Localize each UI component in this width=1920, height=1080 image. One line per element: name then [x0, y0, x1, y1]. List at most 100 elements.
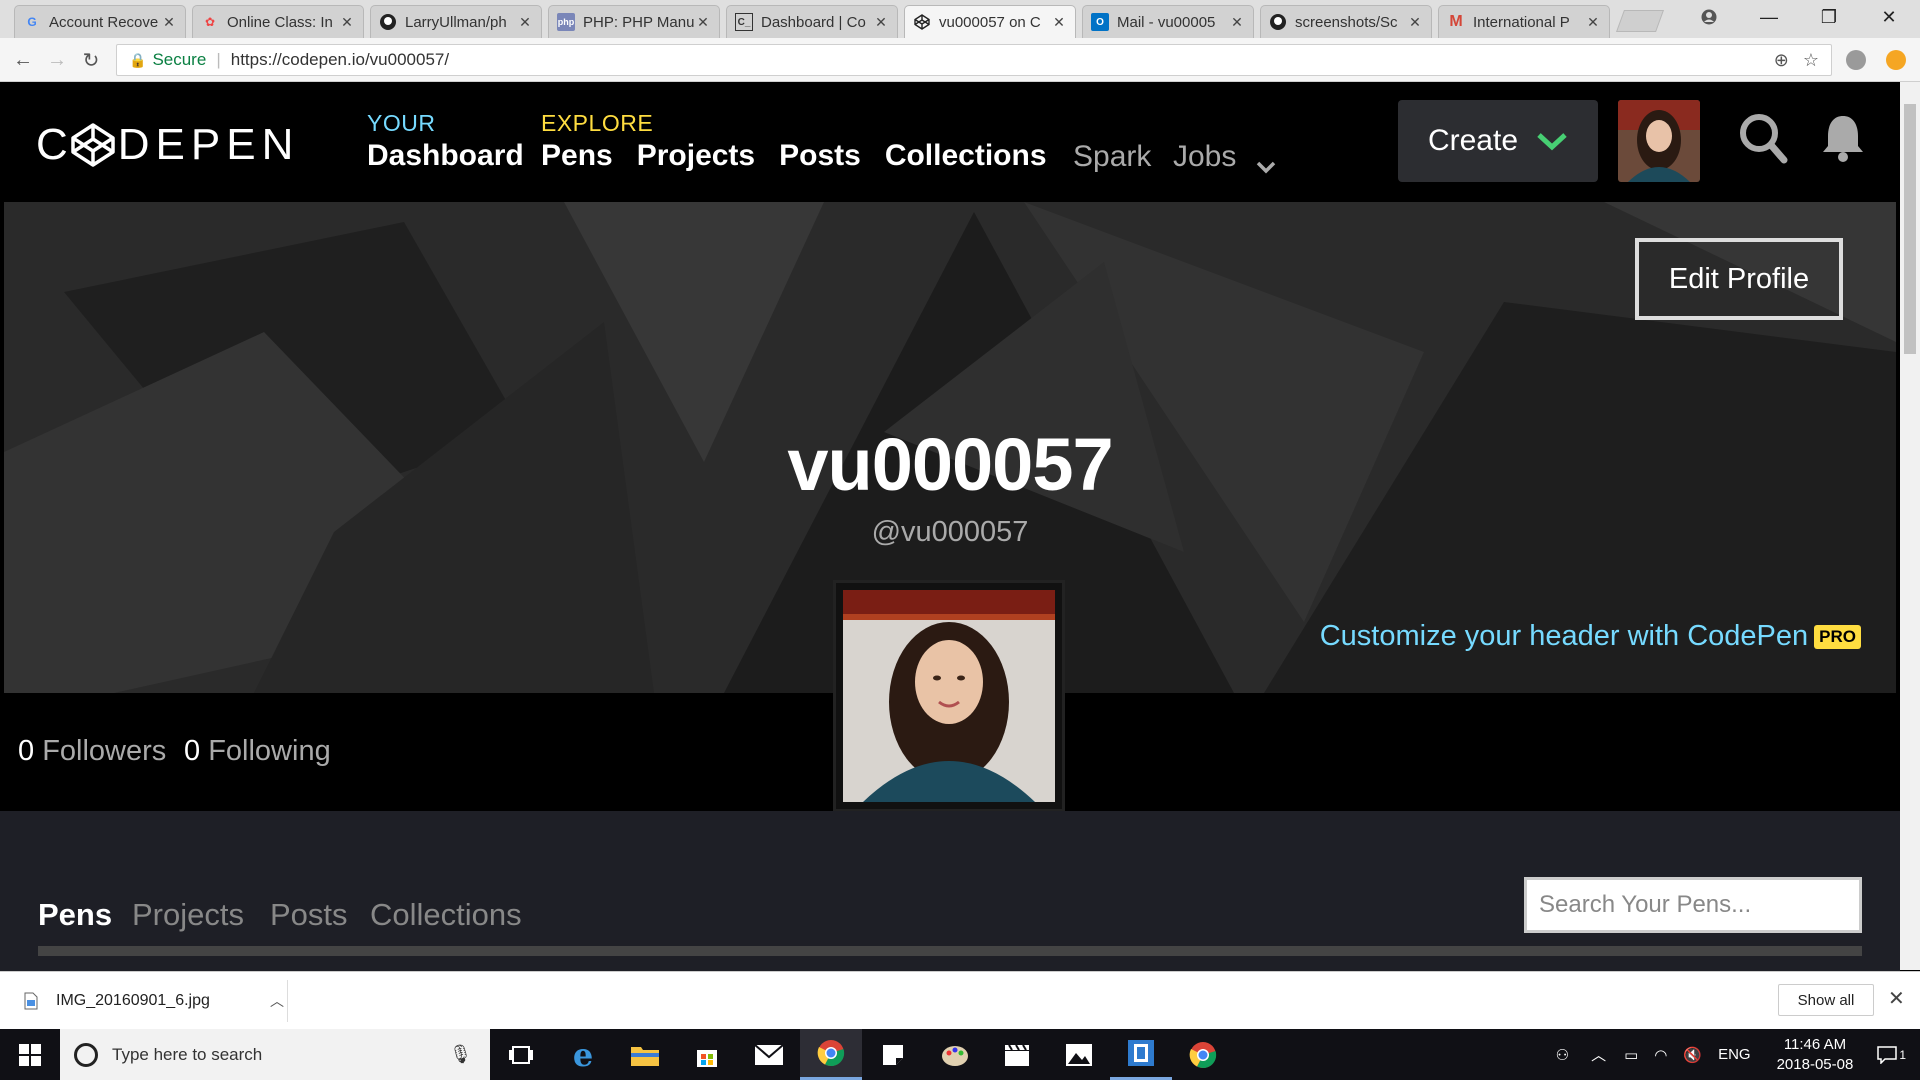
clock[interactable]: 11:46 AM 2018-05-08 — [1777, 1035, 1854, 1075]
nav-spark[interactable]: Spark — [1073, 140, 1151, 174]
vertical-scrollbar[interactable] — [1900, 82, 1920, 970]
chevron-down-icon[interactable] — [1255, 148, 1277, 182]
create-label: Create — [1427, 124, 1519, 157]
profile-display-name: vu000057 — [787, 423, 1113, 506]
tab-projects[interactable]: Projects — [132, 897, 244, 933]
explore-nav: EXPLORE Pens Projects Posts Collections — [541, 110, 1047, 173]
chevron-up-icon[interactable]: ︿ — [1591, 1044, 1606, 1065]
outlook-icon: O — [1091, 13, 1109, 31]
search-pens-input[interactable]: Search Your Pens... — [1524, 877, 1862, 933]
search-placeholder: Search Your Pens... — [1539, 891, 1752, 918]
close-icon[interactable]: ✕ — [873, 14, 889, 31]
wifi-icon[interactable]: ◠ — [1654, 1046, 1667, 1064]
bookmark-star-icon[interactable]: ☆ — [1803, 50, 1819, 71]
divider: | — [216, 50, 221, 69]
tab-github-larryullman[interactable]: LarryUllman/ph ✕ — [370, 5, 542, 38]
tab-github-screenshots[interactable]: screenshots/Sc ✕ — [1260, 5, 1432, 38]
nav-posts[interactable]: Posts — [779, 139, 861, 173]
nav-jobs[interactable]: Jobs — [1173, 140, 1236, 174]
back-arrow-icon[interactable]: ← — [8, 46, 38, 74]
close-icon[interactable]: ✕ — [695, 14, 711, 31]
close-icon[interactable]: ✕ — [161, 14, 177, 31]
create-button[interactable]: Create — [1398, 100, 1598, 182]
sticky-notes-icon[interactable] — [862, 1029, 924, 1080]
close-icon[interactable]: ✕ — [339, 14, 355, 31]
close-icon[interactable]: ✕ — [517, 14, 533, 31]
followers-link[interactable]: 0 Followers — [18, 735, 166, 768]
url-text[interactable]: https://codepen.io/vu000057/ — [231, 50, 449, 70]
windows-start-icon[interactable] — [0, 1029, 60, 1080]
tab-posts[interactable]: Posts — [270, 897, 348, 933]
close-window-button[interactable]: ✕ — [1860, 0, 1918, 34]
language-indicator[interactable]: ENG — [1718, 1046, 1751, 1063]
forward-arrow-icon[interactable]: → — [42, 46, 72, 74]
show-all-button[interactable]: Show all — [1778, 984, 1874, 1016]
download-item[interactable]: IMG_20160901_6.jpg ︿ — [24, 986, 284, 1016]
restore-button[interactable]: ❐ — [1800, 0, 1858, 34]
extension-icon[interactable] — [1886, 50, 1906, 70]
microphone-icon[interactable]: 🎙 — [449, 1044, 472, 1065]
action-center-icon[interactable]: 1 — [1877, 1045, 1906, 1064]
taskbar-search-input[interactable]: Type here to search 🎙 — [60, 1029, 490, 1080]
tab-php-manual[interactable]: php PHP: PHP Manu ✕ — [548, 5, 720, 38]
task-view-icon[interactable] — [490, 1029, 552, 1080]
following-link[interactable]: 0 Following — [184, 735, 331, 768]
tab-online-class[interactable]: ✿ Online Class: In ✕ — [192, 5, 364, 38]
profile-icon[interactable] — [1680, 0, 1738, 34]
tab-pens[interactable]: Pens — [38, 897, 112, 933]
edit-profile-button[interactable]: Edit Profile — [1635, 238, 1843, 320]
tab-account-recovery[interactable]: G Account Recove ✕ — [14, 5, 186, 38]
battery-icon[interactable]: ▭ — [1624, 1046, 1638, 1064]
close-icon[interactable]: ✕ — [1229, 14, 1245, 31]
followers-label: Followers — [42, 735, 167, 767]
divider — [287, 980, 288, 1022]
scrollbar-thumb[interactable] — [1904, 104, 1916, 354]
codepen-icon — [913, 13, 931, 31]
zoom-icon[interactable]: ⊕ — [1774, 50, 1789, 71]
tab-mail[interactable]: O Mail - vu00005 ✕ — [1082, 5, 1254, 38]
edge-icon[interactable]: e — [552, 1029, 614, 1080]
tab-dashboard[interactable]: C_ Dashboard | Co ✕ — [726, 5, 898, 38]
close-icon[interactable]: ✕ — [1888, 986, 1905, 1011]
movie-maker-icon[interactable] — [986, 1029, 1048, 1080]
nav-collections[interactable]: Collections — [885, 139, 1047, 173]
tab-title: PHP: PHP Manu — [583, 13, 695, 31]
system-tray: ⚇ ︿ ▭ ◠ 🔇 ENG 11:46 AM 2018-05-08 1 — [1544, 1029, 1920, 1080]
tab-title: Online Class: In — [227, 13, 333, 31]
close-icon[interactable]: ✕ — [1407, 14, 1423, 31]
new-tab-button[interactable] — [1615, 10, 1665, 32]
chevron-up-icon[interactable]: ︿ — [270, 991, 284, 1011]
tab-codepen-profile[interactable]: vu000057 on C ✕ — [904, 5, 1076, 38]
nav-pens[interactable]: Pens — [541, 139, 613, 173]
people-icon[interactable]: ⚇ — [1556, 1046, 1569, 1064]
address-bar[interactable]: 🔒 Secure | https://codepen.io/vu000057/ … — [116, 44, 1832, 76]
photos-icon[interactable] — [1048, 1029, 1110, 1080]
codepen-cube-icon — [71, 123, 115, 167]
tab-title: Mail - vu00005 — [1117, 13, 1216, 31]
tab-gmail[interactable]: M International P ✕ — [1438, 5, 1610, 38]
extension-icon[interactable] — [1846, 50, 1866, 70]
codepen-logo[interactable]: C DEPEN — [36, 120, 299, 170]
file-explorer-icon[interactable] — [614, 1029, 676, 1080]
nav-dashboard[interactable]: Dashboard — [367, 139, 524, 173]
chrome-icon[interactable] — [1172, 1029, 1234, 1080]
reload-icon[interactable]: ↻ — [76, 46, 106, 74]
app-frame-icon[interactable] — [1110, 1029, 1172, 1080]
search-icon[interactable] — [1738, 112, 1788, 169]
volume-muted-icon[interactable]: 🔇 — [1683, 1046, 1702, 1064]
customize-header-link[interactable]: Customize your header with CodePen PRO — [1320, 620, 1861, 653]
chrome-icon[interactable] — [800, 1029, 862, 1080]
store-icon[interactable] — [676, 1029, 738, 1080]
bell-icon[interactable] — [1820, 112, 1866, 169]
avatar[interactable] — [1618, 100, 1700, 182]
github-icon — [379, 13, 397, 31]
close-icon[interactable]: ✕ — [1051, 14, 1067, 31]
paint-icon[interactable] — [924, 1029, 986, 1080]
minimize-button[interactable]: — — [1740, 0, 1798, 34]
download-filename: IMG_20160901_6.jpg — [56, 992, 210, 1009]
profile-photo[interactable] — [833, 580, 1065, 812]
close-icon[interactable]: ✕ — [1585, 14, 1601, 31]
mail-icon[interactable] — [738, 1029, 800, 1080]
tab-collections[interactable]: Collections — [370, 897, 522, 933]
nav-projects[interactable]: Projects — [637, 139, 755, 173]
